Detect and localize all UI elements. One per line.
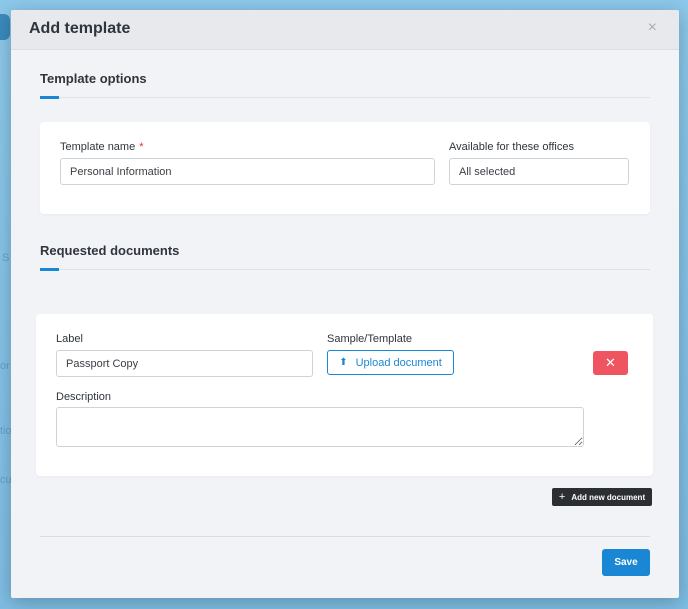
footer-divider xyxy=(40,536,650,537)
offices-label: Available for these offices xyxy=(449,141,574,153)
document-card: Label Sample/Template ⬆ Upload document … xyxy=(36,314,653,476)
background-text-fragment: tio xyxy=(0,425,12,437)
add-template-modal: Add template × Template options Template… xyxy=(11,10,679,598)
document-label-label: Label xyxy=(56,333,83,345)
description-label: Description xyxy=(56,391,112,403)
delete-icon: ✕ xyxy=(605,355,616,370)
template-name-input[interactable] xyxy=(60,158,435,185)
offices-select[interactable] xyxy=(449,158,629,185)
save-button[interactable]: Save xyxy=(602,549,650,576)
section-divider xyxy=(40,97,650,98)
section-accent-bar xyxy=(40,268,59,271)
background-text-fragment: or xyxy=(0,360,10,372)
modal-title: Add template xyxy=(29,20,131,37)
upload-icon: ⬆ xyxy=(339,356,348,368)
delete-document-button[interactable]: ✕ xyxy=(593,351,628,375)
close-icon[interactable]: × xyxy=(648,20,657,36)
upload-document-button[interactable]: ⬆ Upload document xyxy=(327,350,454,375)
add-new-document-label: Add new document xyxy=(571,492,646,502)
section-divider xyxy=(40,269,650,270)
background-logo xyxy=(0,14,10,40)
add-new-document-button[interactable]: + Add new document xyxy=(552,488,652,506)
template-name-label: Template name * xyxy=(60,141,144,153)
description-textarea[interactable] xyxy=(56,407,584,447)
section-accent-bar xyxy=(40,96,59,99)
template-options-heading: Template options xyxy=(40,71,147,86)
plus-icon: + xyxy=(558,490,566,503)
background-text-fragment: cu xyxy=(0,474,12,486)
sample-template-label: Sample/Template xyxy=(327,333,412,345)
required-star: * xyxy=(139,141,144,153)
requested-documents-heading: Requested documents xyxy=(40,243,180,258)
modal-header: Add template × xyxy=(11,10,679,50)
document-label-input[interactable] xyxy=(56,350,313,377)
upload-document-label: Upload document xyxy=(355,356,442,369)
template-options-card: Template name* Available for these offic… xyxy=(40,122,650,214)
background-text-fragment: S xyxy=(2,252,10,264)
